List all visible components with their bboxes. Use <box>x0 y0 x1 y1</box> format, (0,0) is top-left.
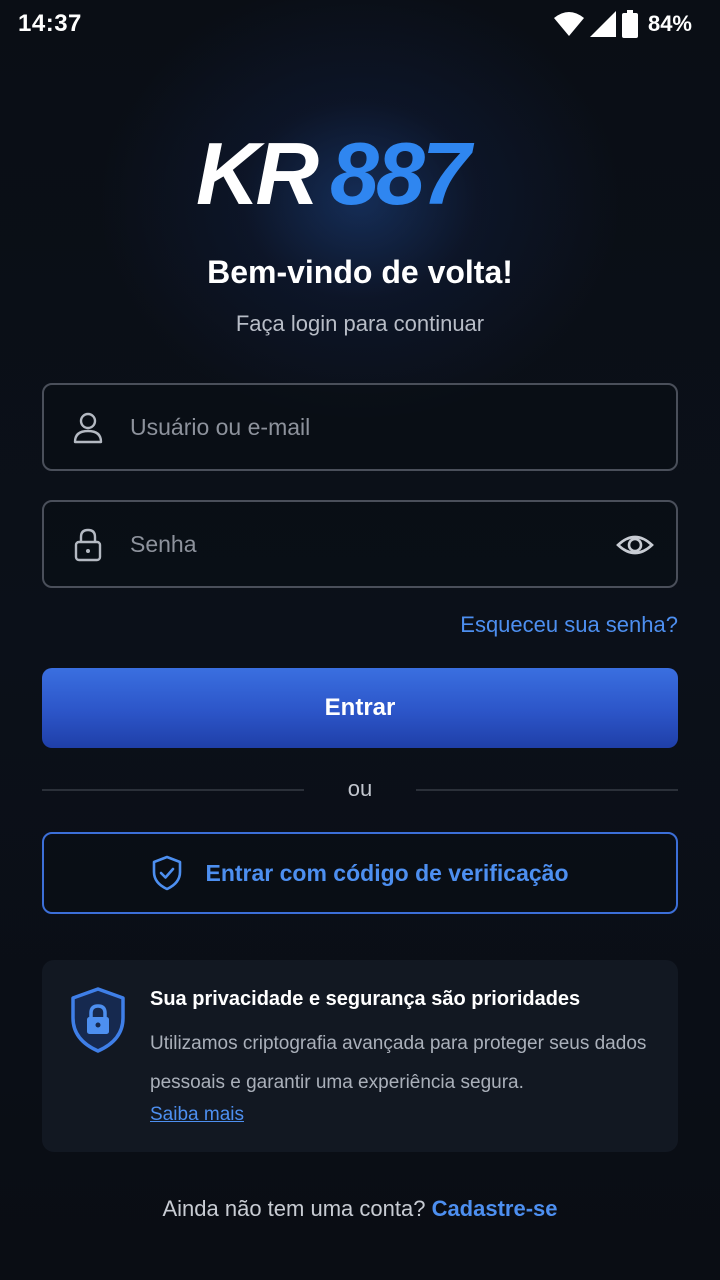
username-input[interactable] <box>130 385 590 469</box>
shield-check-icon <box>153 855 182 891</box>
user-icon <box>73 412 103 444</box>
brand-logo: KR 887 <box>0 130 720 210</box>
password-field[interactable] <box>42 500 678 588</box>
signal-icon <box>589 11 616 37</box>
password-input[interactable] <box>130 502 590 586</box>
learn-more-link[interactable]: Saiba mais <box>150 1104 244 1126</box>
page-title: Bem-vindo de volta! <box>207 254 513 290</box>
divider-line-right <box>416 789 678 791</box>
forgot-password-link[interactable]: Esqueceu sua senha? <box>460 612 678 638</box>
battery-percentage: 84% <box>647 11 692 36</box>
logo-text-kr: KR <box>196 130 319 210</box>
status-bar: 14:37 84% <box>0 0 720 52</box>
privacy-description: Utilizamos criptografia avançada para pr… <box>150 1033 647 1093</box>
verification-code-label: Entrar com código de verificação <box>205 859 569 886</box>
shield-lock-icon <box>71 987 125 1053</box>
logo-text-887: 887 <box>330 130 475 210</box>
signup-question: Ainda não tem uma conta? <box>162 1196 426 1221</box>
wifi-icon <box>553 12 584 36</box>
signup-link[interactable]: Cadastre-se <box>432 1196 558 1221</box>
signup-prompt: Ainda não tem uma conta? Cadastre-se <box>0 1196 720 1222</box>
privacy-title: Sua privacidade e segurança são priorida… <box>150 988 581 1010</box>
verification-code-button[interactable]: Entrar com código de verificação <box>42 832 678 914</box>
eye-icon[interactable] <box>616 526 654 564</box>
privacy-card: Sua privacidade e segurança são priorida… <box>42 960 678 1152</box>
login-button[interactable]: Entrar <box>42 668 678 748</box>
lock-icon <box>74 528 102 562</box>
username-field[interactable] <box>42 383 678 471</box>
status-icons: 84% <box>553 10 692 38</box>
page-subtitle: Faça login para continuar <box>235 311 485 336</box>
battery-icon <box>621 10 638 38</box>
status-time: 14:37 <box>18 10 82 37</box>
